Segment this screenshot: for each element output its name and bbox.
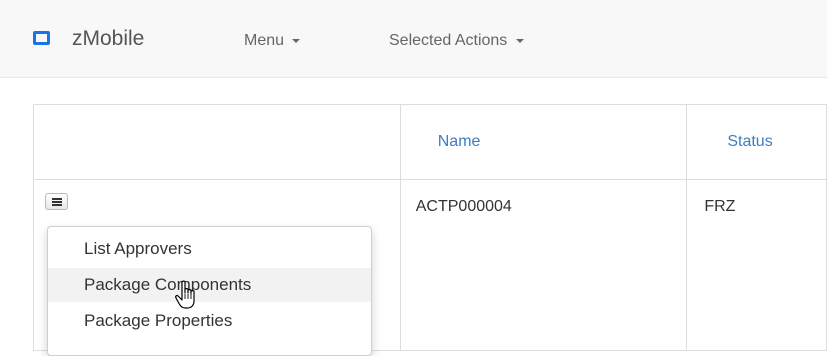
row-actions-dropdown-menu: List Approvers Package Components Packag…	[47, 226, 372, 356]
column-header-actions	[33, 104, 401, 180]
selected-actions-dropdown-toggle[interactable]: Selected Actions	[389, 31, 524, 51]
menu-label: Menu	[244, 32, 285, 49]
column-header-name[interactable]: Name	[399, 104, 688, 180]
caret-down-icon	[515, 38, 524, 43]
table-cell-status: FRZ	[686, 179, 827, 351]
menu-dropdown-toggle[interactable]: Menu	[244, 31, 301, 51]
hand-pointer-cursor-icon	[175, 280, 195, 309]
menu-item-package-components[interactable]: Package Components	[48, 268, 371, 302]
brand-title[interactable]: zMobile	[72, 27, 144, 51]
row-actions-button[interactable]	[45, 193, 68, 210]
menu-item-package-properties[interactable]: Package Properties	[48, 304, 371, 338]
square-logo-icon	[33, 31, 50, 45]
menu-item-list-approvers[interactable]: List Approvers	[48, 232, 371, 266]
top-navbar: zMobile Menu Selected Actions	[0, 0, 827, 78]
table-header-row: Name Status	[33, 104, 827, 180]
selected-actions-label: Selected Actions	[389, 32, 508, 49]
column-header-status[interactable]: Status	[686, 104, 827, 180]
caret-down-icon	[292, 38, 301, 43]
table-cell-name: ACTP000004	[399, 179, 688, 351]
